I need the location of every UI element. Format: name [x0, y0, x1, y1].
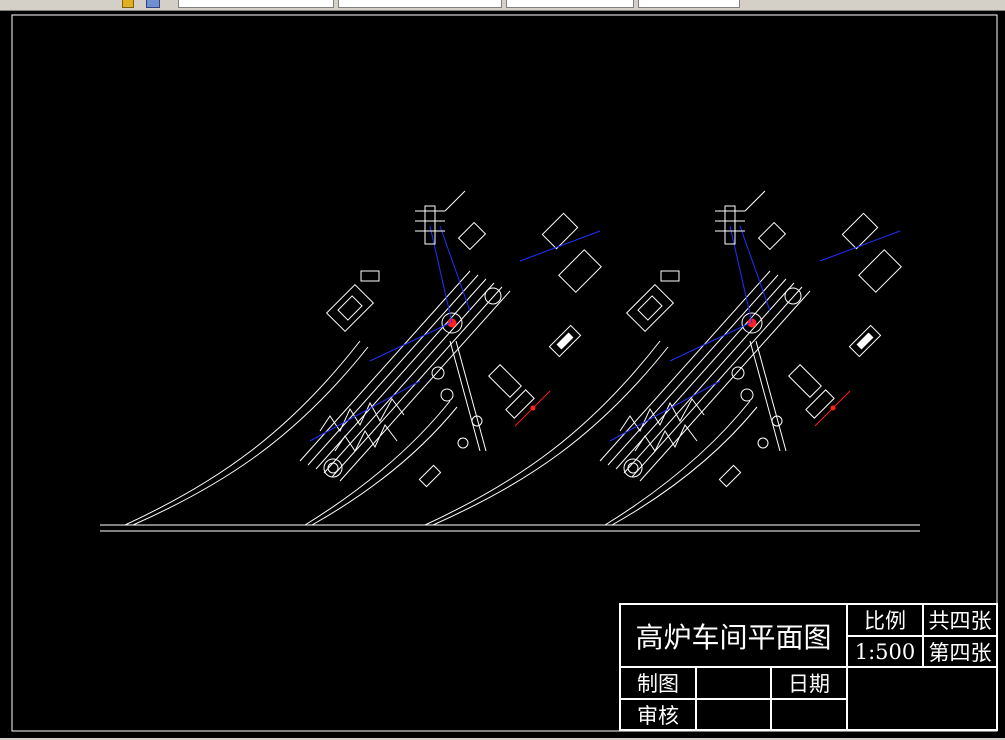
feeder-chute: [444, 190, 466, 212]
building-block: [805, 389, 835, 419]
checked-by-label: 审核: [620, 699, 696, 730]
feeder-tower: [724, 205, 736, 245]
tank-circle: [323, 458, 343, 478]
band-line: [623, 282, 795, 474]
building-block: [841, 212, 879, 250]
drawn-by-label: 制图: [620, 667, 696, 699]
stove-circle: [457, 437, 469, 449]
band-line: [307, 274, 479, 466]
layer-dropdown[interactable]: [178, 0, 334, 8]
checked-by-value: [696, 699, 771, 730]
track-line: [449, 340, 481, 452]
building-block: [718, 464, 742, 488]
scale-value: 1:500: [847, 636, 923, 667]
scale-label: 比例: [847, 604, 923, 636]
total-sheets: 共四张: [923, 604, 997, 636]
toolbar-strip: [0, 0, 1005, 11]
date-value: [847, 667, 997, 730]
building-block: [418, 464, 442, 488]
building-detail: [856, 332, 874, 350]
rail-spur: [604, 400, 751, 526]
conveyor-blue: [439, 225, 471, 312]
feeder-chute: [744, 190, 766, 212]
conveyor-blue: [429, 225, 453, 324]
sheet-number: 第四张: [923, 636, 997, 667]
building-block: [505, 389, 535, 419]
rail-spur: [611, 406, 758, 526]
band-line: [631, 286, 803, 478]
building-block: [541, 212, 579, 250]
building-detail: [637, 295, 663, 321]
stove-circle: [740, 388, 754, 402]
stove-circle: [484, 287, 502, 305]
building-block: [788, 364, 822, 398]
building-block: [457, 221, 487, 251]
color-dropdown[interactable]: [338, 0, 502, 8]
plan-right: [424, 190, 902, 526]
tank-circle-inner: [627, 462, 639, 474]
stove-circle: [757, 437, 769, 449]
rail-spur: [311, 406, 458, 526]
building-block: [660, 270, 680, 282]
conveyor-blue: [519, 230, 601, 262]
dimension-dot: [830, 405, 836, 411]
building-block: [757, 221, 787, 251]
track-line: [749, 340, 781, 452]
conveyor-blue: [819, 230, 901, 262]
building-detail: [556, 332, 574, 350]
tank-circle: [623, 458, 643, 478]
building-block: [558, 249, 602, 293]
equipment-zigzag: [619, 398, 705, 433]
building-block: [360, 270, 380, 282]
band-line: [639, 290, 811, 482]
track-line: [455, 340, 487, 452]
tank-circle-inner: [327, 462, 339, 474]
band-line: [339, 290, 511, 482]
band-line: [323, 282, 495, 474]
date-label: 日期: [771, 667, 847, 699]
stove-circle: [731, 366, 745, 380]
title-block: 高炉车间平面图 比例 共四张 1:500 第四张 制图 日期 审核: [619, 603, 998, 731]
rail-spur: [304, 400, 451, 526]
conveyor-blue: [739, 225, 771, 312]
linetype-dropdown[interactable]: [506, 0, 634, 8]
lineweight-dropdown[interactable]: [638, 0, 740, 8]
building-block: [858, 249, 902, 293]
building-block: [325, 283, 375, 333]
drawn-by-value: [696, 667, 771, 699]
conveyor-blue: [669, 322, 751, 362]
building-block: [625, 283, 675, 333]
layer-icon[interactable]: [122, 0, 134, 8]
drawing-title: 高炉车间平面图: [620, 604, 847, 667]
building-detail: [337, 295, 363, 321]
layer-state-icon[interactable]: [146, 0, 160, 8]
conveyor-blue: [369, 322, 451, 362]
checked-by-date: [771, 699, 847, 730]
drawing-canvas[interactable]: 高炉车间平面图 比例 共四张 1:500 第四张 制图 日期 审核: [0, 11, 1005, 740]
stove-circle: [431, 366, 445, 380]
equipment-zigzag: [319, 398, 405, 433]
band-line: [607, 274, 779, 466]
building-block: [488, 364, 522, 398]
conveyor-blue: [729, 225, 753, 324]
stove-circle: [440, 388, 454, 402]
track-line: [755, 340, 787, 452]
dimension-dot: [530, 405, 536, 411]
plan-left: [124, 190, 602, 526]
feeder-tower: [424, 205, 436, 245]
stove-circle: [784, 287, 802, 305]
band-line: [331, 286, 503, 478]
